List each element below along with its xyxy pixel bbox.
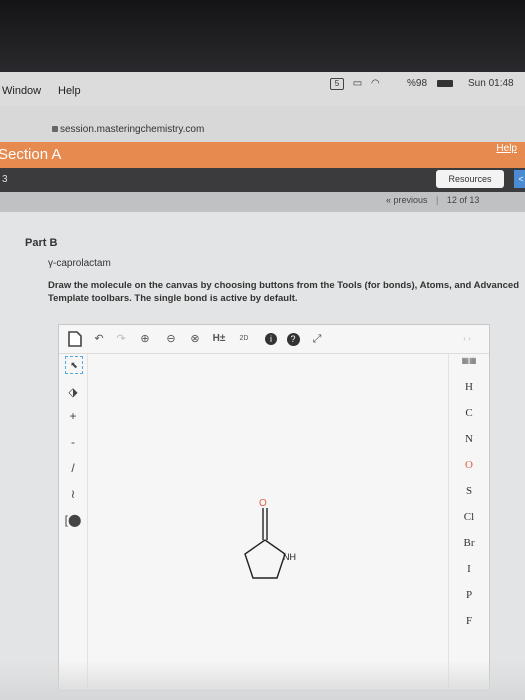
sync-icon: 5 [330, 78, 344, 90]
menu-help[interactable]: Help [58, 85, 81, 97]
ring-bonds [244, 539, 286, 579]
increase-charge-icon[interactable]: + [63, 406, 83, 426]
fullscreen-icon[interactable]: ⤢ [309, 331, 325, 347]
lock-icon [52, 126, 58, 132]
template-icon[interactable]: [⬤ [63, 510, 83, 530]
clock: Sun 01:48 [468, 78, 514, 89]
atom-o[interactable]: O [449, 459, 489, 471]
editor-top-toolbar: ↶ ↷ ⊕ ⊖ ⊗ H± 2D i ? ⤢ ‹ › [59, 325, 489, 354]
pyrrolidinone-structure [244, 508, 286, 579]
battery-icon [437, 80, 453, 87]
periodic-table-icon[interactable]: ▦▦ [449, 356, 489, 365]
url-text[interactable]: session.masteringchemistry.com [60, 124, 204, 135]
status-icons: 5 ▭ ◠ [330, 78, 380, 90]
eraser-icon[interactable]: ⬗ [63, 382, 83, 402]
redo-icon[interactable]: ↷ [113, 331, 129, 347]
question-content: Part B γ-caprolactam Draw the molecule o… [0, 212, 525, 700]
molecule-name: γ-caprolactam [48, 258, 111, 269]
atom-cl[interactable]: Cl [449, 511, 489, 523]
oxygen-label: O [259, 498, 267, 509]
select-tool-icon[interactable]: ⬉ [65, 356, 83, 374]
single-bond-icon[interactable]: / [63, 458, 83, 478]
help-link[interactable]: Help [496, 143, 517, 154]
clear-icon[interactable]: ⊗ [187, 331, 203, 347]
decrease-charge-icon[interactable]: - [63, 432, 83, 452]
atom-br[interactable]: Br [449, 537, 489, 549]
new-document-icon[interactable] [67, 331, 83, 347]
pager-separator: | [436, 195, 439, 205]
instructions: Draw the molecule on the canvas by choos… [48, 280, 519, 304]
previous-link[interactable]: « previous [386, 195, 428, 205]
chain-icon[interactable]: ≀ [63, 484, 83, 504]
item-number: 3 [2, 174, 8, 185]
atom-n[interactable]: N [449, 433, 489, 445]
part-title: Part B [25, 237, 58, 249]
zoom-out-icon[interactable]: ⊖ [163, 331, 179, 347]
assignment-bar: 3 Resources < [0, 168, 525, 192]
section-title: Section A [0, 146, 62, 163]
atom-s[interactable]: S [449, 485, 489, 497]
atom-i[interactable]: I [449, 563, 489, 575]
wifi-icon: ◠ [371, 78, 380, 89]
menu-window[interactable]: Window [2, 85, 41, 97]
resources-toggle-icon[interactable]: < [514, 170, 525, 188]
molecule-editor: ↶ ↷ ⊕ ⊖ ⊗ H± 2D i ? ⤢ ‹ › ⬉ ⬗ + - / ≀ [⬤ [58, 324, 490, 691]
atom-p[interactable]: P [449, 589, 489, 601]
pager-bar: « previous | 12 of 13 [0, 192, 525, 212]
help-icon[interactable]: ? [285, 331, 301, 347]
clean-2d-button[interactable]: 2D [235, 331, 253, 347]
nh-label: NH [283, 552, 296, 562]
device-bezel [0, 0, 525, 72]
item-position: 12 of 13 [446, 195, 480, 205]
browser-urlbar[interactable]: session.masteringchemistry.com [0, 106, 525, 142]
section-header: Section A Help [0, 142, 525, 168]
atom-f[interactable]: F [449, 615, 489, 627]
info-icon[interactable]: i [263, 331, 279, 347]
atom-c[interactable]: C [449, 407, 489, 419]
undo-icon[interactable]: ↶ [91, 331, 107, 347]
hydrogen-toggle-button[interactable]: H± [209, 331, 229, 347]
atoms-toolbar: ▦▦ H C N O S Cl Br I P F [448, 354, 489, 690]
pager: « previous | 12 of 13 [386, 195, 479, 205]
drawing-canvas[interactable]: O NH [87, 354, 449, 690]
bottom-shade [0, 660, 525, 700]
battery-percent: %98 [407, 78, 428, 89]
zoom-in-icon[interactable]: ⊕ [137, 331, 153, 347]
os-menubar: Window Help 5 ▭ ◠ %98 Sun 01:48 [0, 72, 525, 106]
resources-button[interactable]: Resources [436, 170, 504, 188]
tools-toolbar: ⬉ ⬗ + - / ≀ [⬤ [59, 354, 88, 690]
airplay-icon: ▭ [352, 78, 363, 89]
atom-h[interactable]: H [449, 381, 489, 393]
collapse-icon[interactable]: ‹ › [459, 331, 475, 347]
